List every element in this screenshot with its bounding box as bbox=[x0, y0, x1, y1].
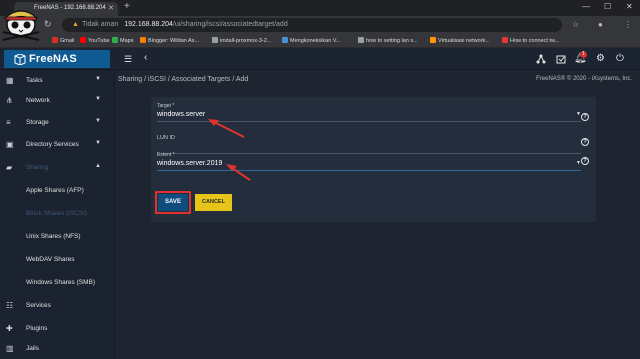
extent-annotation-arrow bbox=[226, 164, 251, 181]
annotation-arrows bbox=[208, 119, 251, 181]
target-annotation-arrow bbox=[208, 119, 245, 138]
